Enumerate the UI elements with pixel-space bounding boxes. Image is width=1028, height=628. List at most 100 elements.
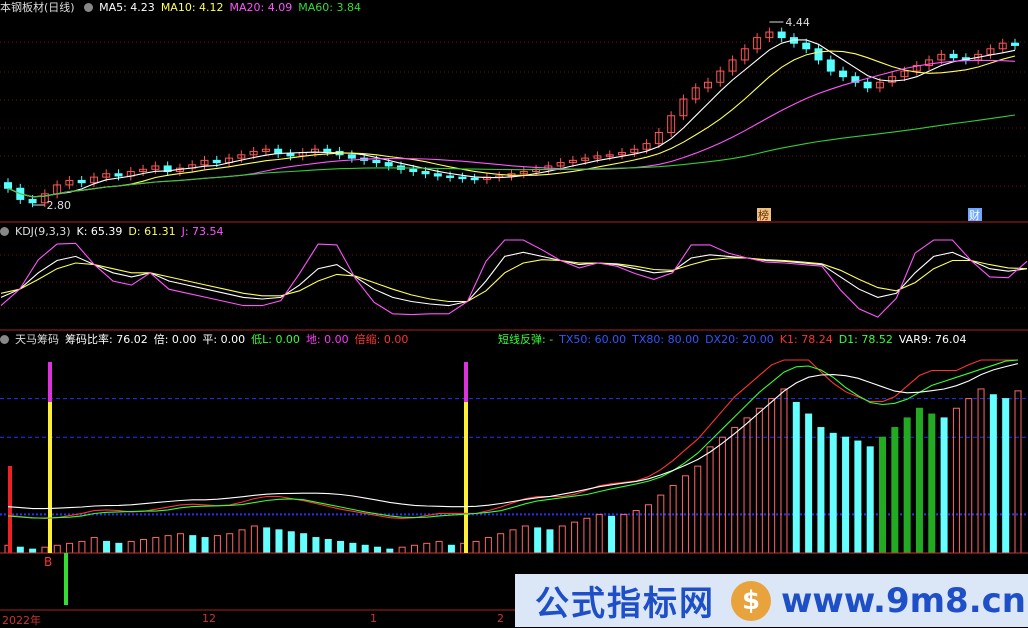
candle-body	[372, 159, 381, 164]
chip-bar	[53, 544, 61, 554]
chip-bar	[755, 407, 763, 554]
chip-bar	[866, 446, 874, 554]
chip-value-3: 低L: 0.00	[251, 333, 300, 346]
high-label: 4.44	[785, 16, 810, 29]
x-label-2: 1	[370, 612, 377, 625]
candle-body	[28, 198, 37, 204]
chip-bar	[780, 388, 788, 554]
kdj-value-0: K: 65.39	[76, 225, 123, 238]
chip-bar	[386, 548, 394, 554]
chip-bar	[829, 432, 837, 554]
chip-bar	[706, 446, 714, 554]
watermark-logo-icon: $	[731, 580, 771, 621]
chip-bar	[398, 546, 406, 554]
chip-bar	[669, 484, 677, 554]
chip-value-1: 倍: 0.00	[153, 333, 197, 346]
chip-bar	[940, 417, 948, 554]
candle-body	[458, 176, 467, 180]
candle-body	[384, 162, 393, 167]
chip-bar	[928, 413, 936, 554]
event-mark-1: 财	[969, 208, 980, 222]
candle-body	[814, 48, 823, 61]
signal-bar-magenta-2	[464, 362, 468, 402]
signal-bar-green	[64, 553, 68, 605]
chip-value-right-6: VAR9: 76.04	[898, 333, 967, 346]
chip-bar	[275, 529, 283, 554]
watermark-banner: 公式指标网 $ www.9m8.cn	[515, 574, 1028, 627]
chip-bar	[497, 533, 505, 554]
chip-value-right-5: D1: 78.52	[838, 333, 893, 346]
chip-bar	[731, 427, 739, 554]
chip-bar	[90, 537, 98, 554]
chip-bar	[632, 510, 640, 554]
ma-value-1: MA10: 4.12	[160, 1, 224, 14]
candle-body	[286, 153, 295, 157]
chip-legend: 筹码比率: 76.02 倍: 0.00 平: 0.00 低L: 0.00 地: 0.00…	[65, 333, 414, 346]
x-label-1: 12	[202, 612, 216, 625]
d1-line	[7, 359, 1019, 519]
chip-bar	[595, 513, 603, 554]
settings-icon[interactable]	[84, 3, 94, 12]
chip-bar	[41, 546, 49, 554]
candle-body	[470, 177, 479, 181]
chip-bar	[842, 436, 850, 554]
ma-value-0: MA5: 4.23	[99, 1, 155, 14]
var9-line	[7, 363, 1019, 510]
chip-bar	[915, 407, 923, 554]
ma-legend: MA5: 4.23 MA10: 4.12 MA20: 4.09 MA60: 3.84	[99, 1, 367, 14]
chip-bar	[238, 529, 246, 554]
chip-bar	[571, 521, 579, 554]
candle-body	[839, 70, 848, 78]
candle-body	[212, 159, 221, 164]
chip-bar	[484, 537, 492, 554]
chip-bar	[879, 436, 887, 554]
chip-bar	[213, 535, 221, 554]
chip-bar	[989, 394, 997, 554]
chip-bar	[287, 531, 295, 554]
chip-bar	[361, 544, 369, 554]
candle-body	[323, 148, 332, 152]
chip-bar	[447, 544, 455, 554]
chip-value-4: 地: 0.00	[305, 333, 349, 346]
chart-canvas: 4.44 2.80 榜 财 B	[0, 16, 1028, 611]
chip-bar	[534, 527, 542, 554]
chip-bar	[312, 537, 320, 554]
watermark-url: www.9m8.cn	[781, 580, 1026, 621]
kdj-panel-header: KDJ(9,3,3) K: 65.39 D: 61.31 J: 73.54	[0, 224, 236, 240]
chip-bar	[509, 529, 517, 554]
chip-bar	[891, 427, 899, 554]
candle-body	[802, 42, 811, 50]
candle-body	[826, 59, 835, 72]
chip-bar	[300, 533, 308, 554]
settings-icon[interactable]	[0, 335, 9, 344]
kdj-value-2: J: 73.54	[181, 225, 224, 238]
chip-bar	[718, 436, 726, 554]
chip-bar	[78, 540, 86, 554]
chip-title: 天马筹码	[15, 333, 59, 346]
chip-bar	[226, 533, 234, 554]
candle-body	[114, 173, 123, 177]
chip-bar	[127, 540, 135, 554]
chip-bar	[201, 537, 209, 554]
ma-value-3: MA60: 3.84	[298, 1, 361, 14]
kdj-title: KDJ(9,3,3)	[15, 225, 71, 238]
chip-bar	[903, 417, 911, 554]
chip-bar	[644, 504, 652, 554]
chip-bar	[263, 527, 271, 554]
x-label-0: 2022年	[2, 614, 41, 627]
chip-bar	[337, 540, 345, 554]
chip-bar	[817, 427, 825, 554]
signal-bar-magenta-1	[48, 362, 52, 402]
candle-body	[433, 173, 442, 177]
chip-bar	[103, 540, 111, 554]
chip-bar	[854, 440, 862, 554]
chip-bar	[965, 398, 973, 554]
chip-bar	[435, 540, 443, 554]
candle-body	[446, 175, 455, 178]
candle-body	[347, 154, 356, 159]
chip-bar	[410, 544, 418, 554]
chip-bar	[115, 542, 123, 554]
settings-icon[interactable]	[0, 227, 9, 236]
chip-bar	[1014, 390, 1022, 554]
candle-body	[421, 171, 430, 175]
